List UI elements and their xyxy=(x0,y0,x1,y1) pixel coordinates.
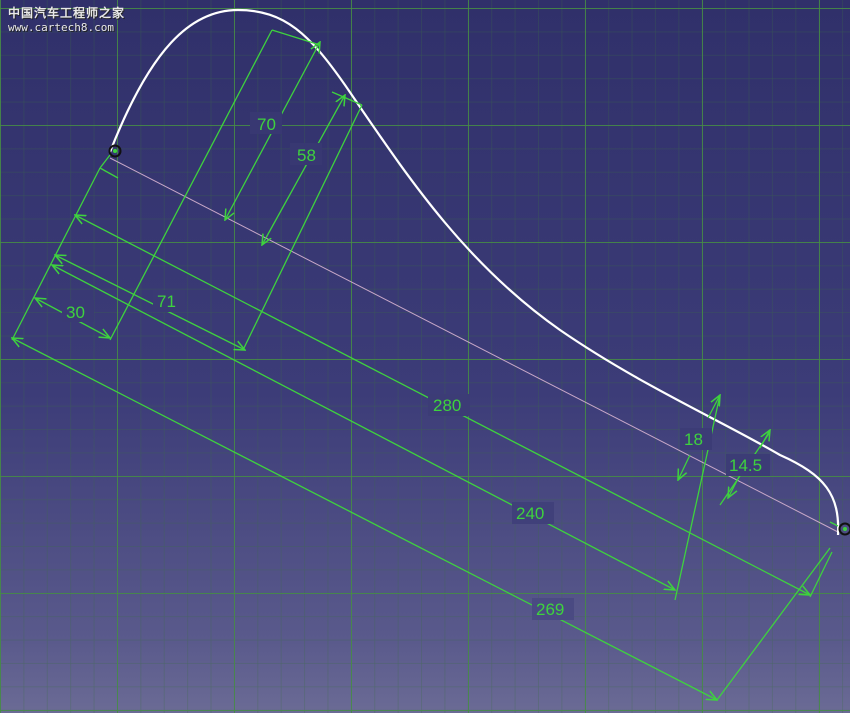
dim-30[interactable]: 30 xyxy=(66,303,85,322)
dim-269[interactable]: 269 xyxy=(536,600,564,619)
constraint-point-icon[interactable] xyxy=(838,522,850,536)
dim-240-lines[interactable] xyxy=(52,265,675,590)
watermark-title: 中国汽车工程师之家 xyxy=(8,6,126,20)
dim-58[interactable]: 58 xyxy=(297,146,316,165)
watermark-url: www.cartech8.com xyxy=(8,21,114,34)
sketch-canvas[interactable]: 70 58 71 30 280 18 14.5 240 269 xyxy=(0,0,850,713)
dim-18[interactable]: 18 xyxy=(684,430,703,449)
dim-71[interactable]: 71 xyxy=(157,292,176,311)
dim-14-5[interactable]: 14.5 xyxy=(729,456,762,475)
dim-269-lines[interactable] xyxy=(12,338,717,700)
dim-70-lines[interactable] xyxy=(109,29,320,341)
sketch-viewport[interactable]: 70 58 71 30 280 18 14.5 240 269 中国汽车工程师之… xyxy=(0,0,850,713)
dim-70[interactable]: 70 xyxy=(257,115,276,134)
dim-240[interactable]: 240 xyxy=(516,504,544,523)
watermark: 中国汽车工程师之家 www.cartech8.com xyxy=(8,6,125,35)
dim-280[interactable]: 280 xyxy=(433,396,461,415)
